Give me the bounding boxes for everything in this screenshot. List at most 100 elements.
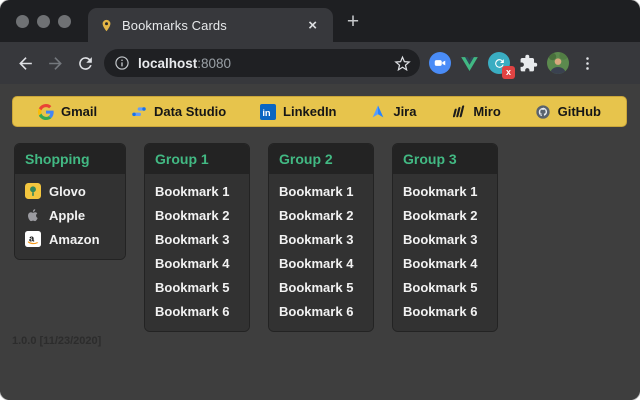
list-item[interactable]: Bookmark 2 — [403, 203, 487, 227]
list-item-label: Apple — [49, 207, 86, 223]
svg-text:in: in — [262, 108, 271, 118]
card-title: Group 3 — [393, 144, 497, 174]
cards-row: Shopping Glovo Apple a Amazon Group 1 Bo… — [14, 143, 498, 332]
window-zoom-button[interactable] — [58, 15, 71, 28]
bookmark-star-icon[interactable] — [394, 55, 411, 72]
bookmark-label: Jira — [393, 104, 417, 119]
list-item-label: Bookmark 2 — [279, 207, 354, 223]
list-item-label: Amazon — [49, 231, 100, 247]
bookmark-label: Miro — [473, 104, 501, 119]
zoom-extension-icon[interactable] — [429, 52, 451, 74]
list-item[interactable]: Bookmark 5 — [279, 275, 363, 299]
bookmark-gmail[interactable]: Gmail — [38, 103, 98, 120]
list-item[interactable]: Bookmark 2 — [279, 203, 363, 227]
card-group-1: Group 1 Bookmark 1 Bookmark 2 Bookmark 3… — [144, 143, 250, 332]
avatar-image — [547, 52, 569, 74]
reload-icon — [78, 56, 92, 70]
extension-error-badge: x — [502, 66, 515, 79]
bookmark-data-studio[interactable]: Data Studio — [131, 104, 226, 120]
list-item-label: Bookmark 2 — [155, 207, 230, 223]
profile-avatar[interactable] — [547, 52, 569, 74]
bookmark-label: GitHub — [557, 104, 601, 119]
list-item-label: Bookmark 6 — [155, 303, 230, 319]
window-close-button[interactable] — [16, 15, 29, 28]
forward-arrow-icon — [48, 56, 62, 70]
list-item-label: Bookmark 1 — [403, 183, 478, 199]
list-item-label: Bookmark 3 — [155, 231, 230, 247]
video-camera-icon — [434, 60, 446, 66]
bookmarks-bar: Gmail Data Studio in LinkedIn Jira Miro … — [12, 96, 627, 127]
list-item-label: Bookmark 5 — [403, 279, 478, 295]
list-item[interactable]: Bookmark 1 — [279, 179, 363, 203]
list-item-amazon[interactable]: a Amazon — [25, 227, 115, 251]
list-item[interactable]: Bookmark 4 — [155, 251, 239, 275]
forward-button[interactable] — [40, 48, 70, 78]
list-item[interactable]: Bookmark 5 — [403, 275, 487, 299]
screenshot-stage: Bookmarks Cards × + localhost:8080 x Gma… — [0, 0, 640, 400]
browser-menu-button[interactable] — [578, 53, 596, 73]
list-item-label: Glovo — [49, 183, 86, 199]
svg-text:a: a — [29, 233, 35, 243]
card-group-3: Group 3 Bookmark 1 Bookmark 2 Bookmark 3… — [392, 143, 498, 332]
card-body: Glovo Apple a Amazon — [15, 174, 125, 259]
glovo-icon — [25, 183, 41, 199]
apple-icon — [28, 209, 38, 222]
site-info-icon[interactable] — [114, 55, 130, 71]
app-version-text: 1.0.0 [11/23/2020] — [12, 335, 102, 347]
bookmark-github[interactable]: GitHub — [535, 104, 601, 120]
card-shopping: Shopping Glovo Apple a Amazon — [14, 143, 126, 260]
list-item-label: Bookmark 6 — [279, 303, 354, 319]
list-item-label: Bookmark 6 — [403, 303, 478, 319]
list-item-glovo[interactable]: Glovo — [25, 179, 115, 203]
list-item[interactable]: Bookmark 6 — [279, 299, 363, 323]
list-item[interactable]: Bookmark 1 — [155, 179, 239, 203]
list-item[interactable]: Bookmark 3 — [155, 227, 239, 251]
list-item[interactable]: Bookmark 6 — [403, 299, 487, 323]
bookmark-miro[interactable]: Miro — [450, 104, 501, 120]
list-item[interactable]: Bookmark 5 — [155, 275, 239, 299]
list-item[interactable]: Bookmark 4 — [403, 251, 487, 275]
list-item[interactable]: Bookmark 3 — [279, 227, 363, 251]
extensions-area: x — [429, 52, 596, 79]
url-port: :8080 — [197, 55, 232, 71]
list-item-label: Bookmark 5 — [279, 279, 354, 295]
tab-favicon-pin-icon — [102, 19, 111, 31]
google-g-icon — [38, 103, 54, 120]
card-body: Bookmark 1 Bookmark 2 Bookmark 3 Bookmar… — [269, 174, 373, 331]
data-studio-icon — [132, 106, 146, 116]
list-item-label: Bookmark 4 — [279, 255, 354, 271]
tab-close-icon[interactable]: × — [304, 16, 321, 35]
back-button[interactable] — [10, 48, 40, 78]
extensions-puzzle-icon[interactable] — [519, 54, 538, 73]
url-host: localhost — [138, 55, 198, 71]
list-item[interactable]: Bookmark 6 — [155, 299, 239, 323]
address-bar[interactable]: localhost:8080 — [104, 49, 420, 77]
vue-devtools-icon[interactable] — [460, 54, 479, 73]
list-item[interactable]: Bookmark 4 — [279, 251, 363, 275]
list-item-label: Bookmark 3 — [403, 231, 478, 247]
list-item-label: Bookmark 4 — [403, 255, 478, 271]
list-item-apple[interactable]: Apple — [25, 203, 115, 227]
bookmark-linkedin[interactable]: in LinkedIn — [260, 103, 337, 120]
new-tab-button[interactable]: + — [340, 9, 366, 35]
list-item[interactable]: Bookmark 2 — [155, 203, 239, 227]
bookmark-label: LinkedIn — [283, 104, 337, 119]
miro-icon — [453, 104, 465, 117]
bookmark-label: Gmail — [61, 104, 98, 119]
browser-tab[interactable]: Bookmarks Cards × — [88, 8, 333, 42]
reload-button[interactable] — [70, 48, 100, 78]
list-item[interactable]: Bookmark 3 — [403, 227, 487, 251]
list-item-label: Bookmark 1 — [279, 183, 354, 199]
list-item-label: Bookmark 5 — [155, 279, 230, 295]
tab-title: Bookmarks Cards — [122, 17, 227, 33]
list-item-label: Bookmark 2 — [403, 207, 478, 223]
github-icon — [535, 104, 550, 119]
card-body: Bookmark 1 Bookmark 2 Bookmark 3 Bookmar… — [393, 174, 497, 331]
amazon-icon: a — [25, 231, 41, 247]
window-minimize-button[interactable] — [37, 15, 50, 28]
sync-extension-icon[interactable]: x — [488, 52, 515, 79]
list-item[interactable]: Bookmark 1 — [403, 179, 487, 203]
bookmark-jira[interactable]: Jira — [370, 104, 416, 120]
page-content: Gmail Data Studio in LinkedIn Jira Miro … — [0, 84, 640, 400]
list-item-label: Bookmark 3 — [279, 231, 354, 247]
